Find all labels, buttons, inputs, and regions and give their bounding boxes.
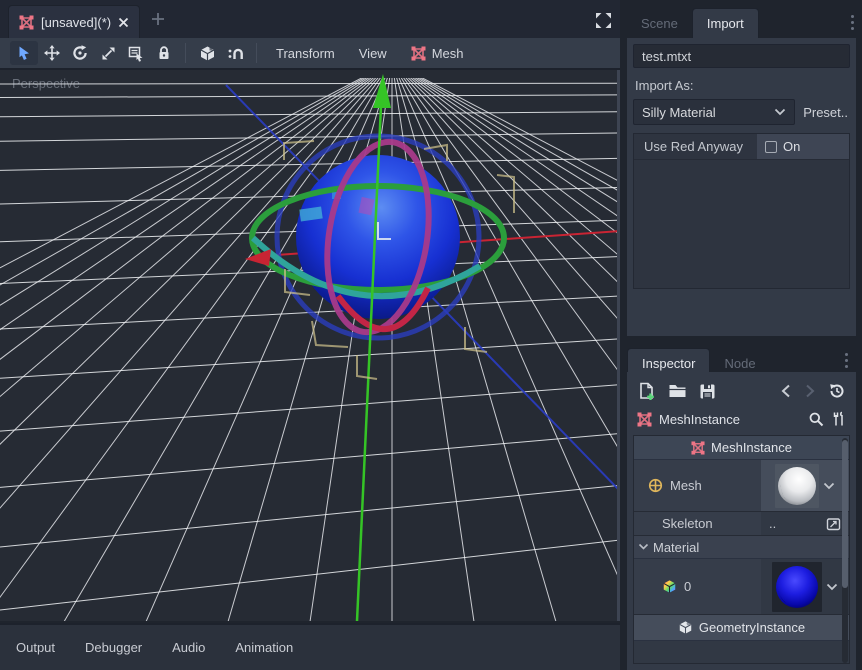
scene-tab-label: [unsaved](*) — [41, 15, 111, 30]
import-option-row: Use Red Anyway On — [634, 134, 849, 160]
plus-icon — [151, 12, 165, 26]
load-folder-icon[interactable] — [668, 383, 687, 399]
editor-right-region: Scene Import test.mtxt Import As: Silly … — [627, 0, 862, 670]
bottom-panel-bar: Output Debugger Audio Animation — [0, 623, 620, 670]
property-label: Skeleton — [662, 516, 713, 531]
tab-scene[interactable]: Scene — [627, 8, 692, 38]
option-value-toggle[interactable]: On — [757, 134, 849, 159]
scale-tool-button[interactable] — [94, 41, 122, 65]
import-dock: test.mtxt Import As: Silly Material Pres… — [627, 38, 856, 336]
new-tab-button[interactable] — [148, 9, 168, 29]
expand-icon — [595, 12, 612, 29]
scene-tab-unsaved[interactable]: [unsaved](*) — [8, 5, 140, 38]
chevron-down-icon[interactable] — [826, 583, 838, 591]
rotate-tool-button[interactable] — [66, 41, 94, 65]
mesh-resource-picker[interactable] — [761, 460, 849, 511]
collapse-chevron-icon — [638, 543, 649, 551]
import-options-panel: Use Red Anyway On — [633, 133, 850, 289]
save-icon[interactable] — [699, 383, 716, 400]
group-material[interactable]: Material — [634, 536, 849, 559]
search-icon[interactable] — [808, 411, 824, 427]
node-path-picker-icon[interactable] — [826, 517, 841, 531]
perspective-label[interactable]: Perspective — [12, 76, 80, 91]
view-menu[interactable]: View — [347, 41, 399, 65]
mesh-instance-icon — [637, 412, 652, 427]
expand-viewport-button[interactable] — [595, 12, 612, 29]
property-row-mesh: Mesh — [634, 460, 849, 512]
lock-tool-button[interactable] — [150, 41, 178, 65]
audio-button[interactable]: Audio — [172, 640, 205, 655]
scene-import-tab-bar: Scene Import — [627, 6, 862, 38]
option-name: Use Red Anyway — [634, 134, 757, 159]
select-cursor-icon — [16, 45, 32, 61]
viewport-canvas[interactable] — [0, 70, 620, 621]
inspector-dock: MeshInstance MeshInstance Mesh — [627, 372, 856, 670]
import-as-label: Import As: — [635, 78, 848, 93]
history-back-icon[interactable] — [780, 384, 792, 398]
toolbar-separator — [185, 43, 186, 63]
list-select-icon — [127, 44, 145, 62]
property-row-skeleton: Skeleton .. — [634, 512, 849, 536]
object-tools-icon[interactable] — [831, 411, 846, 427]
tab-import[interactable]: Import — [692, 8, 759, 38]
dock-menu-icon[interactable] — [840, 350, 852, 370]
mesh-preview-thumbnail[interactable] — [775, 464, 819, 508]
chevron-down-icon[interactable] — [823, 482, 835, 490]
chevron-down-icon — [774, 108, 786, 116]
new-resource-icon[interactable] — [637, 382, 656, 401]
object-history-icon[interactable] — [828, 382, 846, 400]
list-select-tool-button[interactable] — [122, 41, 150, 65]
multimesh-icon — [662, 579, 677, 594]
inspected-object-row: MeshInstance — [633, 405, 850, 433]
skeleton-path-value[interactable]: .. — [769, 516, 776, 531]
property-label: 0 — [684, 579, 691, 594]
category-meshinstance: MeshInstance — [634, 436, 849, 460]
checkbox-unchecked-icon[interactable] — [765, 141, 777, 153]
rotate-icon — [71, 44, 89, 62]
cube-icon — [199, 45, 216, 62]
close-icon[interactable] — [118, 17, 129, 28]
dock-menu-icon[interactable] — [846, 12, 858, 32]
material-resource-picker[interactable] — [761, 559, 849, 614]
output-button[interactable]: Output — [16, 640, 55, 655]
grid — [0, 70, 620, 621]
mesh-instance-icon — [19, 15, 34, 30]
inspector-toolbar — [633, 377, 850, 405]
snap-tool-button[interactable] — [221, 41, 249, 65]
select-tool-button[interactable] — [10, 41, 38, 65]
inspected-object-name: MeshInstance — [659, 412, 801, 427]
editor-left-region: [unsaved](*) — [0, 0, 620, 670]
spatial-toolbar: Transform View Mesh — [0, 38, 620, 70]
import-type-select[interactable]: Silly Material — [633, 99, 795, 125]
mesh-icon — [411, 46, 426, 61]
mesh-resource-icon — [648, 478, 663, 493]
category-geometryinstance: GeometryInstance — [634, 615, 849, 641]
import-filename-field[interactable]: test.mtxt — [633, 44, 850, 68]
mesh-menu[interactable]: Mesh — [399, 41, 476, 65]
inspector-properties-panel: MeshInstance Mesh Skeleton — [633, 435, 850, 664]
animation-button[interactable]: Animation — [235, 640, 293, 655]
debugger-button[interactable]: Debugger — [85, 640, 142, 655]
transform-menu[interactable]: Transform — [264, 41, 347, 65]
geometry-cube-icon — [678, 620, 693, 635]
group-tool-button[interactable] — [193, 41, 221, 65]
preset-button[interactable]: Preset.. — [803, 105, 850, 120]
y-axis-arrow[interactable] — [373, 74, 391, 108]
scene-tab-bar: [unsaved](*) — [0, 0, 620, 38]
move-icon — [43, 44, 61, 62]
material-preview-thumbnail[interactable] — [772, 562, 822, 612]
lock-icon — [156, 45, 172, 61]
scrollbar-thumb[interactable] — [842, 440, 848, 588]
mesh-instance-icon — [691, 441, 705, 455]
snap-icon — [227, 45, 244, 62]
toolbar-separator — [256, 43, 257, 63]
property-label: Mesh — [670, 478, 702, 493]
move-tool-button[interactable] — [38, 41, 66, 65]
history-forward-icon[interactable] — [804, 384, 816, 398]
3d-viewport[interactable]: Perspective — [0, 70, 620, 621]
property-row-material-0: 0 — [634, 559, 849, 615]
scale-icon — [100, 45, 117, 62]
